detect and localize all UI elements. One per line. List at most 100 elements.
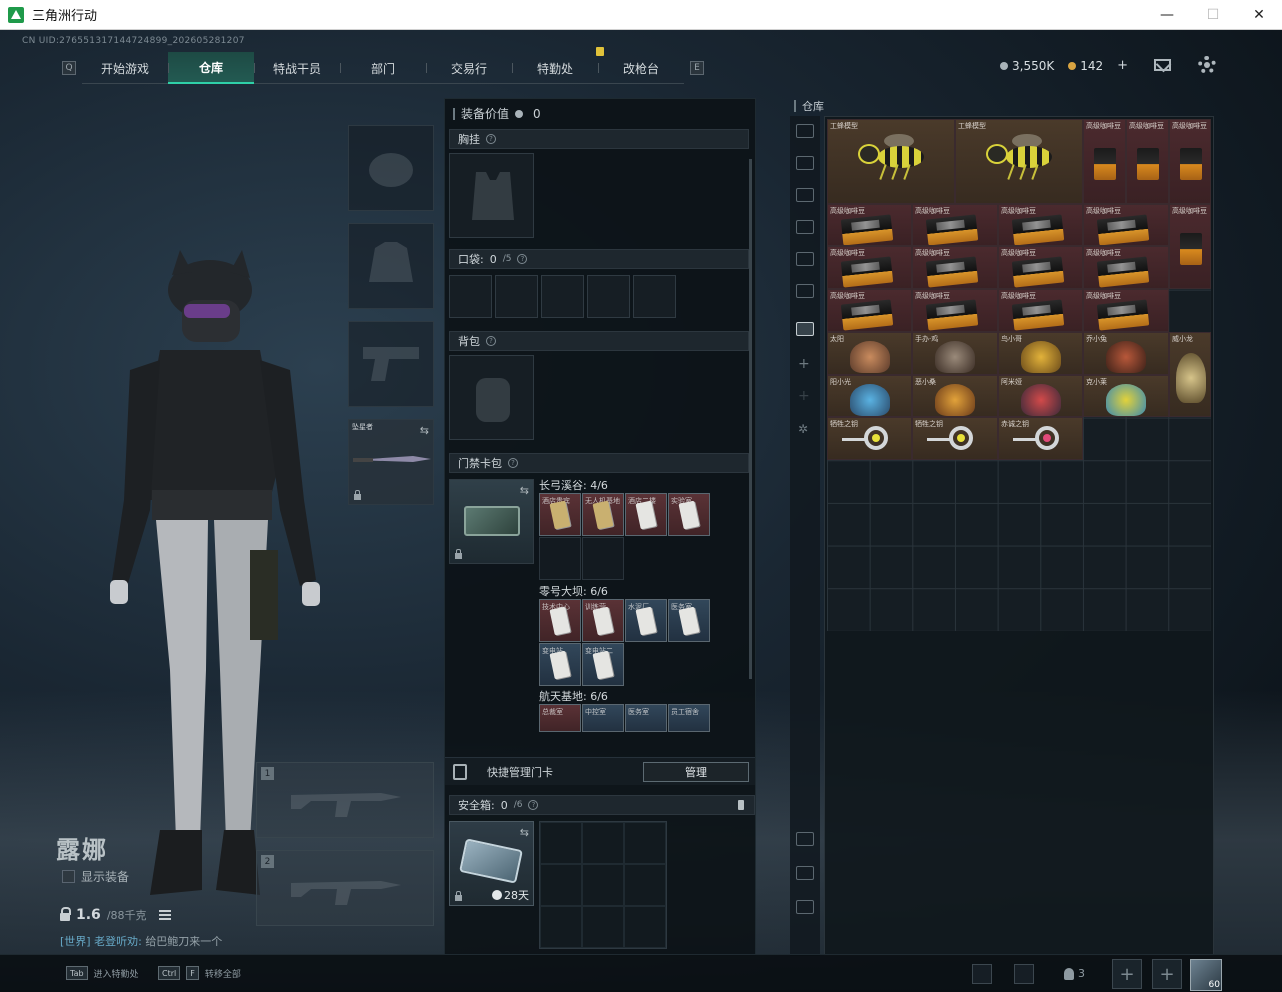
pocket-slot[interactable] — [495, 275, 538, 318]
primary-weapon-slot-2[interactable]: 2 — [256, 850, 434, 926]
tab-special-ops[interactable]: 特勤处 — [512, 52, 598, 84]
stash-filter-medical-icon[interactable] — [796, 252, 814, 266]
keycard-pack-item[interactable]: ⇆ — [449, 479, 534, 564]
pocket-slot[interactable] — [633, 275, 676, 318]
stash-item[interactable]: 高级咖啡豆 — [827, 204, 912, 246]
minimize-button[interactable]: — — [1144, 0, 1190, 30]
stash-item[interactable]: 高级咖啡豆 — [1083, 246, 1169, 289]
armor-slot[interactable] — [348, 223, 434, 309]
keycard[interactable]: 医务室 — [668, 599, 710, 642]
weight-list-icon[interactable] — [158, 910, 171, 920]
stash-item[interactable]: 恶小桑 — [912, 375, 998, 417]
stash-item[interactable]: 高级咖啡豆 — [1083, 289, 1169, 332]
help-icon[interactable]: ? — [528, 800, 539, 810]
stash-sort-icon[interactable] — [796, 832, 814, 846]
chat-line[interactable]: [世界] 老登听劝: 给巴鲍刀来一个 — [60, 933, 222, 949]
pocket-slot[interactable] — [541, 275, 584, 318]
stats-chart-icon[interactable] — [972, 964, 992, 984]
stash-layers-icon[interactable] — [796, 866, 814, 880]
player-avatar[interactable]: 60 — [1190, 959, 1222, 991]
stash-item[interactable]: 手办·鸡 — [912, 332, 998, 375]
keycard[interactable]: 技术中心 — [539, 599, 581, 642]
stash-filter-weapon-icon[interactable] — [796, 156, 814, 170]
stash-item[interactable]: 高级咖啡豆 — [912, 289, 998, 332]
empty-keycard-slot[interactable] — [582, 537, 624, 580]
close-button[interactable]: ✕ — [1236, 0, 1282, 30]
keycard[interactable]: 总裁室 — [539, 704, 581, 732]
stash-item[interactable]: 高级咖啡豆 — [912, 246, 998, 289]
swap-icon[interactable]: ⇆ — [520, 484, 529, 497]
keycard[interactable]: 无人机基地 — [582, 493, 624, 536]
keycard[interactable]: 水泥厂 — [625, 599, 667, 642]
stash-item[interactable]: 高级咖啡豆 — [827, 289, 912, 332]
stash-item[interactable]: 高级咖啡豆 — [998, 246, 1083, 289]
stash-filter-helmet-icon[interactable] — [796, 124, 814, 138]
invite-slot-button[interactable]: + — [1112, 959, 1142, 989]
stash-item[interactable]: 太阳 — [827, 332, 912, 375]
tab-trade[interactable]: 交易行 — [426, 52, 512, 84]
stash-item[interactable]: 阳小光 — [827, 375, 912, 417]
maximize-button[interactable]: ☐ — [1190, 0, 1236, 30]
stash-item[interactable]: 威小龙 — [1169, 332, 1211, 417]
nav-right-key[interactable]: E — [690, 61, 704, 75]
mail-icon[interactable] — [1154, 59, 1171, 71]
chest-rig-slot[interactable] — [449, 153, 534, 238]
stash-item[interactable]: 高级咖啡豆 — [827, 246, 912, 289]
keycard[interactable]: 酒店贵宾 — [539, 493, 581, 536]
empty-keycard-slot[interactable] — [539, 537, 581, 580]
tab-department[interactable]: 部门 — [340, 52, 426, 84]
gear-icon[interactable] — [1198, 56, 1216, 74]
help-icon[interactable]: ? — [508, 458, 518, 468]
safebox-item[interactable]: ⇆ 28天 — [449, 821, 534, 906]
nav-left-key[interactable]: Q — [62, 61, 76, 75]
stash-item[interactable]: 赤诚之钥 — [998, 417, 1083, 460]
pocket-slot[interactable] — [587, 275, 630, 318]
stash-item[interactable]: 工蜂模型 — [827, 119, 955, 204]
loadout-scrollbar[interactable] — [749, 159, 752, 679]
help-icon[interactable]: ? — [486, 336, 496, 346]
keycard[interactable]: 训练营 — [582, 599, 624, 642]
stash-item[interactable]: 牺牲之钥 — [912, 417, 998, 460]
safebox-grid[interactable] — [539, 821, 667, 949]
melee-slot[interactable]: 坠星者 ⇆ — [348, 419, 434, 505]
tab-warehouse[interactable]: 仓库 — [168, 52, 254, 84]
stash-item[interactable]: 高级咖啡豆 — [1126, 119, 1169, 204]
stash-item[interactable]: 高级咖啡豆 — [1083, 119, 1126, 204]
keycard[interactable]: 中控室 — [582, 704, 624, 732]
stash-item[interactable]: 高级咖啡豆 — [1169, 119, 1211, 204]
add-stash-icon[interactable]: + — [798, 356, 810, 372]
backpack-slot[interactable] — [449, 355, 534, 440]
hint-transfer-all[interactable]: Ctrl F 转移全部 — [158, 966, 241, 980]
show-equipment-checkbox[interactable] — [62, 870, 75, 883]
stash-item[interactable]: 乔小兔 — [1083, 332, 1169, 375]
stash-grid[interactable]: 工蜂模型 工蜂模型 高级咖啡豆 高级咖啡豆 高级咖啡豆 高级咖啡豆 高级咖啡豆 — [827, 119, 1211, 631]
stash-filter-collection-icon[interactable] — [796, 322, 814, 336]
keycard[interactable]: 变电站 — [539, 643, 581, 686]
keycard[interactable]: 员工宿舍 — [668, 704, 710, 732]
friends-count[interactable]: 3 — [1064, 967, 1085, 980]
stash-item[interactable]: 牺牲之钥 — [827, 417, 912, 460]
pin-icon[interactable] — [738, 800, 744, 810]
stash-filter-armor-icon[interactable] — [796, 188, 814, 202]
add-stash-icon[interactable]: + — [798, 388, 810, 404]
swap-icon[interactable]: ⇆ — [520, 826, 529, 839]
stash-filter-bag-icon[interactable] — [796, 284, 814, 298]
keycard[interactable]: 变电站二 — [582, 643, 624, 686]
stash-tidy-icon[interactable] — [796, 900, 814, 914]
stash-item[interactable]: 高级咖啡豆 — [998, 204, 1083, 246]
stash-settings-icon[interactable]: ✲ — [798, 422, 808, 436]
stash-item[interactable]: 高级咖啡豆 — [998, 289, 1083, 332]
help-icon[interactable]: ? — [486, 134, 496, 144]
show-equipment-toggle[interactable]: 显示装备 — [62, 868, 129, 885]
manage-button[interactable]: 管理 — [643, 762, 749, 782]
swap-icon[interactable]: ⇆ — [420, 424, 429, 437]
tab-operators[interactable]: 特战干员 — [254, 52, 340, 84]
stash-item[interactable]: 高级咖啡豆 — [912, 204, 998, 246]
hint-enter-special-ops[interactable]: Tab 进入特勤处 — [66, 966, 139, 980]
stash-item[interactable]: 高级咖啡豆 — [1169, 204, 1211, 289]
stash-item[interactable]: 工蜂模型 — [955, 119, 1083, 204]
add-currency-button[interactable]: + — [1117, 58, 1128, 73]
tab-gunsmith[interactable]: 改枪台 — [598, 52, 684, 84]
tab-start-game[interactable]: 开始游戏 — [82, 52, 168, 84]
pistol-slot[interactable] — [348, 321, 434, 407]
